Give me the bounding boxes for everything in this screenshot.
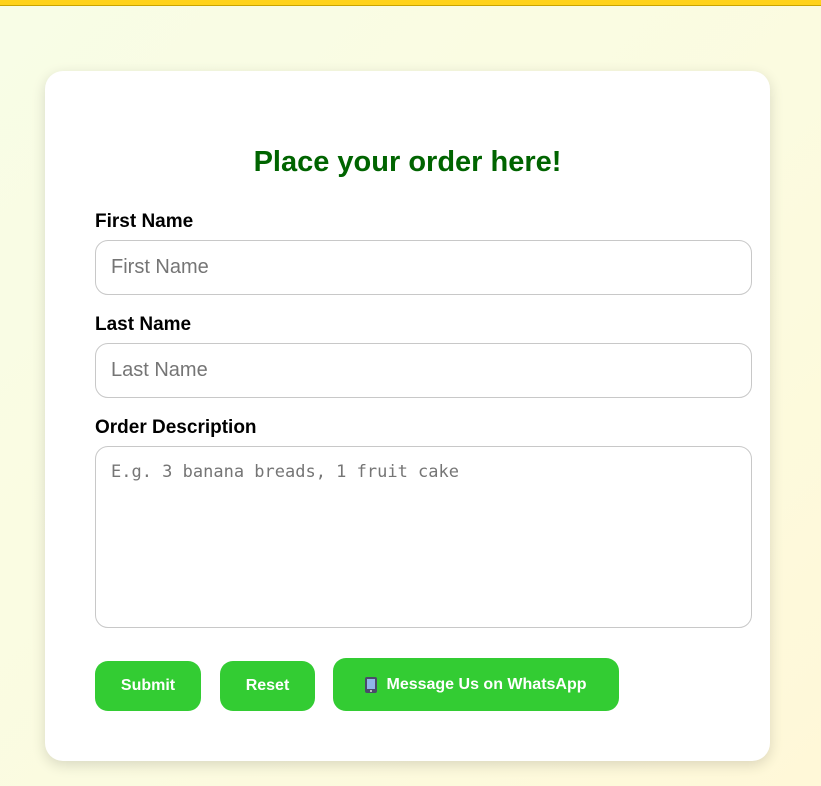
first-name-label: First Name (95, 211, 194, 232)
submit-button[interactable]: Submit (95, 661, 201, 711)
top-accent-bar (0, 0, 821, 6)
first-name-input[interactable] (95, 240, 752, 295)
order-form-card: Place your order here! First Name Last N… (45, 71, 770, 761)
order-description-label: Order Description (95, 417, 257, 438)
order-description-textarea[interactable] (95, 446, 752, 628)
last-name-label: Last Name (95, 314, 192, 335)
submit-button-label: Submit (120, 677, 176, 694)
page-title: Place your order here! (253, 146, 562, 178)
whatsapp-button[interactable]: Message Us on WhatsApp (333, 658, 619, 711)
last-name-input[interactable] (95, 343, 752, 398)
mobile-phone-icon (365, 676, 378, 693)
reset-button[interactable]: Reset (220, 661, 315, 711)
reset-button-label: Reset (245, 677, 290, 694)
whatsapp-button-label: Message Us on WhatsApp (386, 675, 587, 693)
